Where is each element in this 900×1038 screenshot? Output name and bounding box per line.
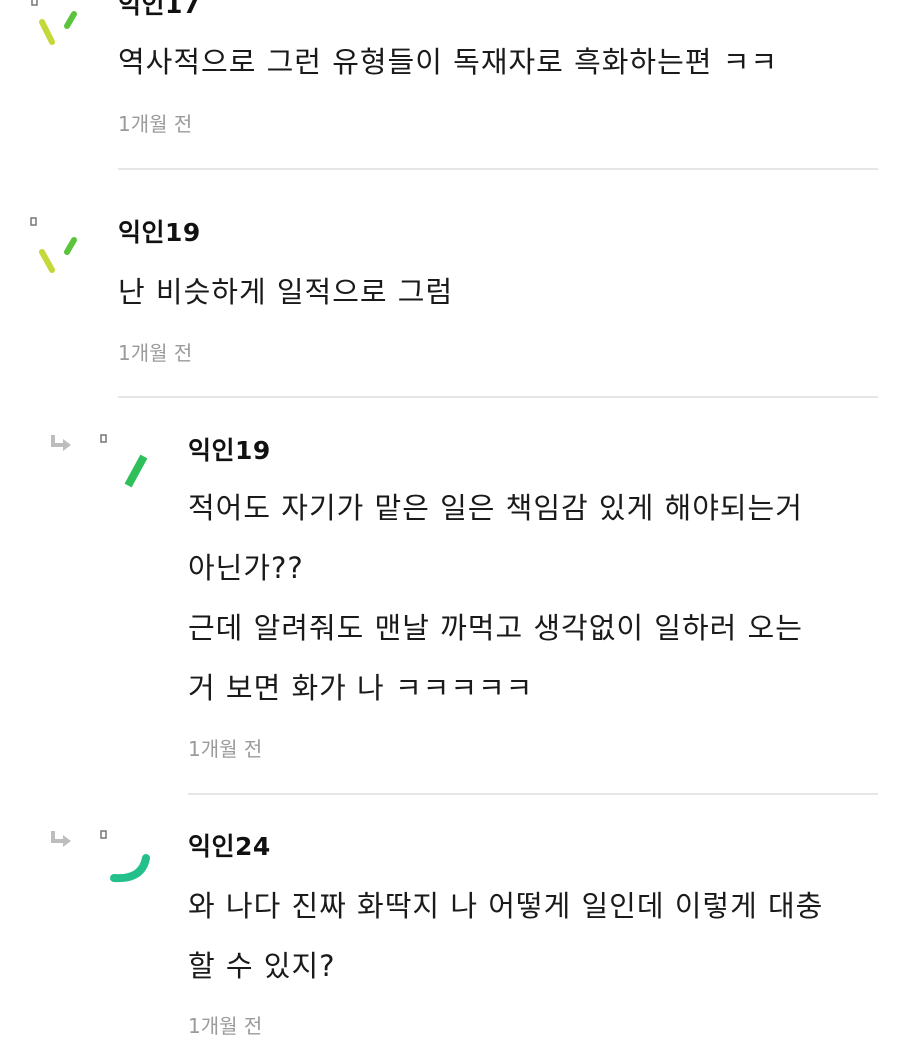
confetti-avatar-icon bbox=[28, 0, 88, 60]
comment-text-line: 적어도 자기가 맡은 일은 책임감 있게 해야되는거 bbox=[188, 491, 803, 525]
confetti-avatar-icon bbox=[28, 212, 88, 282]
comment-time: 1개월 전 bbox=[118, 112, 193, 136]
comment-time: 1개월 전 bbox=[188, 737, 263, 761]
comment-text-line: 난 비슷하게 일적으로 그럼 bbox=[118, 275, 454, 309]
comment-author[interactable]: 익인19 bbox=[188, 436, 271, 466]
comment-author[interactable]: 익인19 bbox=[118, 218, 201, 248]
comment-text-line: 할 수 있지? bbox=[188, 949, 336, 983]
reply-arrow-icon bbox=[50, 829, 76, 851]
comment-text-line: 아닌가?? bbox=[188, 551, 304, 585]
comment-author[interactable]: 익인17 bbox=[118, 0, 201, 20]
comment-divider bbox=[188, 793, 878, 795]
arc-avatar-icon bbox=[98, 828, 158, 898]
comment-divider bbox=[118, 396, 878, 398]
comment-text-line: 근데 알려줘도 맨날 까먹고 생각없이 일하러 오는 bbox=[188, 611, 803, 645]
comment-divider bbox=[118, 168, 878, 170]
comment-author[interactable]: 익인24 bbox=[188, 832, 271, 862]
comment-text-line: 거 보면 화가 나 ㅋㅋㅋㅋㅋ bbox=[188, 671, 534, 705]
comment-text-line: 역사적으로 그런 유형들이 독재자로 흑화하는편 ㅋㅋ bbox=[118, 45, 779, 79]
comment-text-line: 와 나다 진짜 화딱지 나 어떻게 일인데 이렇게 대충 bbox=[188, 889, 824, 923]
slash-avatar-icon bbox=[98, 432, 158, 502]
comment-time: 1개월 전 bbox=[188, 1014, 263, 1038]
comment-time: 1개월 전 bbox=[118, 341, 193, 365]
reply-arrow-icon bbox=[50, 433, 76, 455]
